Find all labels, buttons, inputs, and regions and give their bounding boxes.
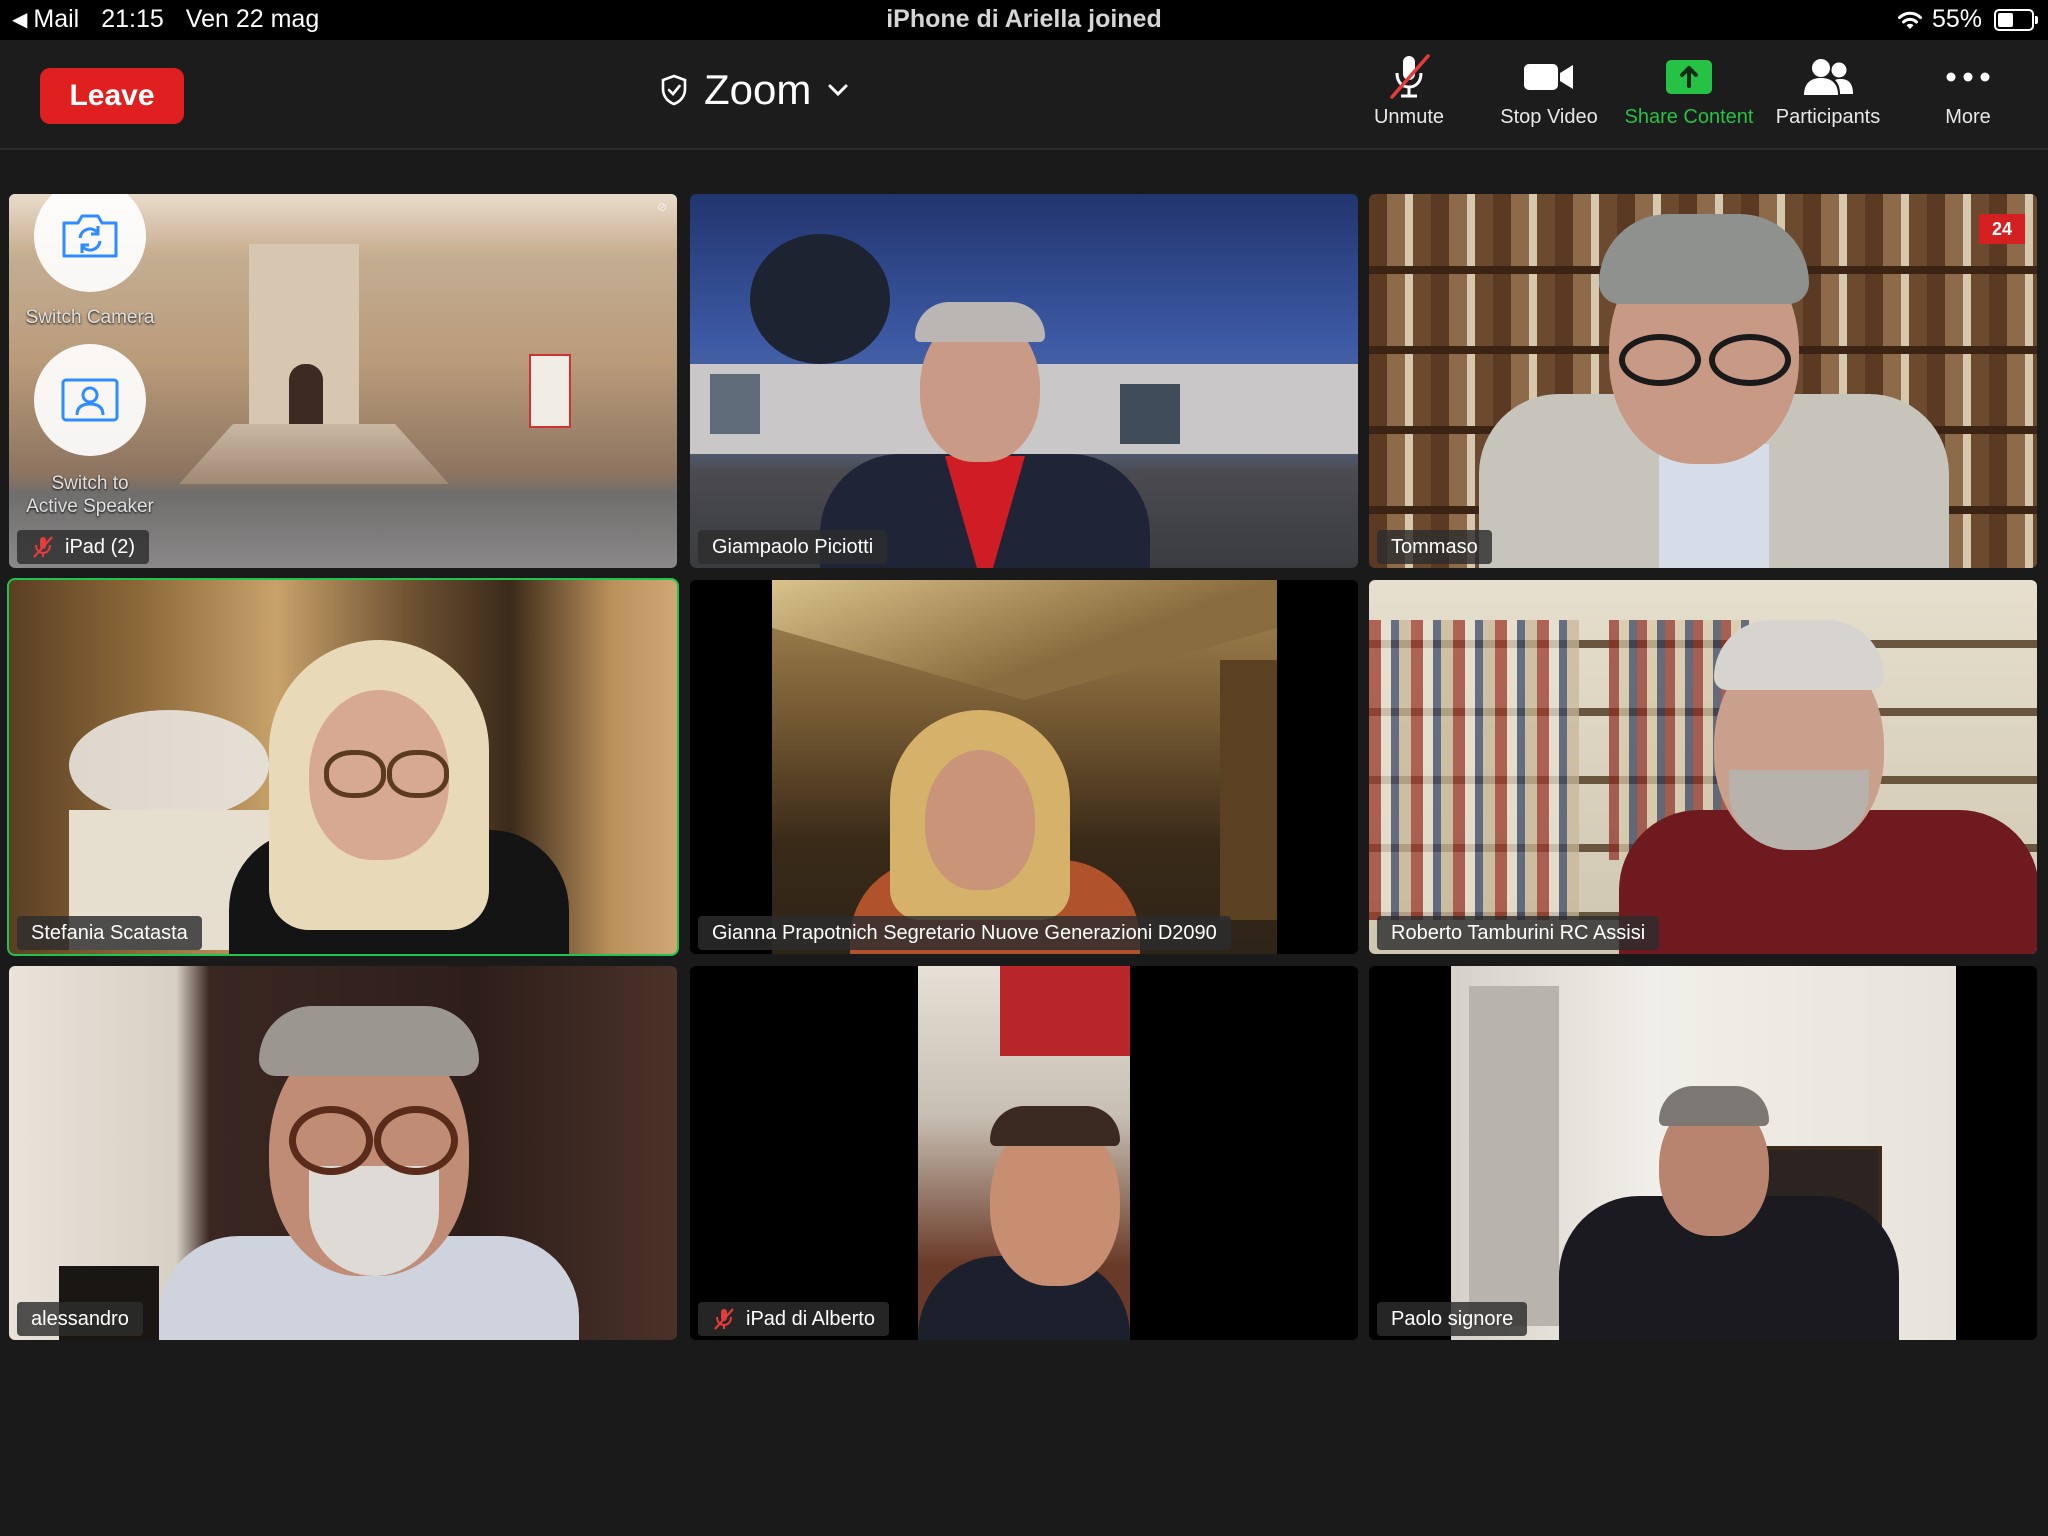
switch-camera-label: Switch Camera: [25, 307, 155, 328]
leave-button[interactable]: Leave: [40, 68, 184, 124]
switch-active-speaker-label: Switch to Active Speaker: [9, 472, 180, 518]
more-dots-icon: [1938, 54, 1998, 100]
battery-icon: [1994, 8, 2038, 31]
share-content-label: Share Content: [1624, 106, 1754, 128]
video-feed: [9, 966, 677, 1340]
participant-name: Paolo signore: [1391, 1307, 1514, 1330]
wifi-icon: [1897, 11, 1922, 29]
video-tile[interactable]: Paolo signore: [1369, 966, 2037, 1340]
participant-name: iPad (2): [65, 535, 136, 558]
switch-camera-icon: [62, 214, 118, 258]
video-tile[interactable]: Giampaolo Piciotti: [690, 194, 1358, 568]
stop-video-button[interactable]: Stop Video: [1481, 54, 1617, 142]
mic-muted-icon: [33, 536, 53, 558]
active-speaker-icon: [61, 378, 119, 422]
video-feed: [690, 580, 1358, 954]
switch-active-speaker-button[interactable]: [34, 344, 146, 456]
video-feed: [1369, 580, 2037, 954]
empty-canvas-area: [0, 1346, 2048, 1536]
shield-check-icon: [661, 74, 687, 106]
participant-name-label: Giampaolo Piciotti: [698, 530, 888, 564]
battery-percent: 55%: [1931, 5, 1982, 33]
participant-name: Giampaolo Piciotti: [712, 535, 874, 558]
unmute-label: Unmute: [1373, 106, 1445, 128]
participant-name-label: Tommaso: [1377, 530, 1492, 564]
participant-name-label: iPad di Alberto: [698, 1302, 889, 1336]
share-content-button[interactable]: Share Content: [1621, 54, 1757, 142]
participant-name-label: alessandro: [17, 1302, 143, 1336]
more-button[interactable]: More: [1900, 54, 2036, 142]
participants-button[interactable]: Participants: [1760, 54, 1896, 142]
tv-channel-logo: 24: [1979, 214, 2025, 244]
video-tile-active-speaker[interactable]: Stefania Scatasta: [7, 578, 679, 956]
participant-name-label: Roberto Tamburini RC Assisi: [1377, 916, 1660, 950]
chevron-down-icon: [828, 84, 848, 97]
video-tile[interactable]: 24 Tommaso: [1369, 194, 2037, 568]
share-screen-icon: [1659, 54, 1719, 100]
mic-muted-icon: [714, 1308, 734, 1330]
participant-name: Tommaso: [1391, 535, 1478, 558]
video-feed: [690, 966, 1358, 1340]
meeting-title: Zoom: [704, 66, 812, 113]
meeting-toolbar: Leave Zoom Unmute Stop Video Share Conte…: [0, 40, 2048, 150]
participant-name: Roberto Tamburini RC Assisi: [1391, 921, 1646, 944]
switch-speaker-line-1: Switch to: [51, 473, 129, 494]
stop-video-label: Stop Video: [1500, 106, 1598, 128]
mic-muted-icon: [1379, 54, 1439, 100]
participant-name-label: Paolo signore: [1377, 1302, 1528, 1336]
video-feed: [1369, 966, 2037, 1340]
battery-level: [1998, 12, 2013, 27]
video-feed: [690, 194, 1358, 568]
participant-name: Stefania Scatasta: [31, 921, 188, 944]
video-watermark: ⊘: [656, 200, 667, 214]
participant-name: alessandro: [31, 1307, 129, 1330]
participant-name-label: Gianna Prapotnich Segretario Nuove Gener…: [698, 916, 1231, 950]
video-feed: [9, 580, 677, 954]
participant-name-label: iPad (2): [17, 530, 150, 564]
join-notification: iPhone di Ariella joined: [886, 5, 1162, 33]
status-right: 55%: [1896, 5, 2038, 34]
participant-name: Gianna Prapotnich Segretario Nuove Gener…: [712, 921, 1217, 944]
participants-icon: [1798, 54, 1858, 100]
more-label: More: [1945, 106, 1991, 128]
video-tile[interactable]: Gianna Prapotnich Segretario Nuove Gener…: [690, 580, 1358, 954]
participant-name: iPad di Alberto: [746, 1307, 875, 1330]
participants-label: Participants: [1775, 106, 1881, 128]
video-tile[interactable]: ⊘ Switch Camera Switch to Active Speaker…: [9, 194, 677, 568]
video-feed: [1369, 194, 2037, 568]
video-tile[interactable]: alessandro: [9, 966, 677, 1340]
ios-status-bar: ◀ Mail 21:15 Ven 22 mag iPhone di Ariell…: [0, 0, 2048, 40]
switch-speaker-line-2: Active Speaker: [26, 496, 154, 517]
participant-name-label: Stefania Scatasta: [17, 916, 202, 950]
video-tile[interactable]: iPad di Alberto: [690, 966, 1358, 1340]
video-tile[interactable]: Roberto Tamburini RC Assisi: [1369, 580, 2037, 954]
meeting-title-dropdown[interactable]: Zoom: [660, 60, 849, 120]
unmute-button[interactable]: Unmute: [1341, 54, 1477, 142]
video-camera-icon: [1519, 54, 1579, 100]
